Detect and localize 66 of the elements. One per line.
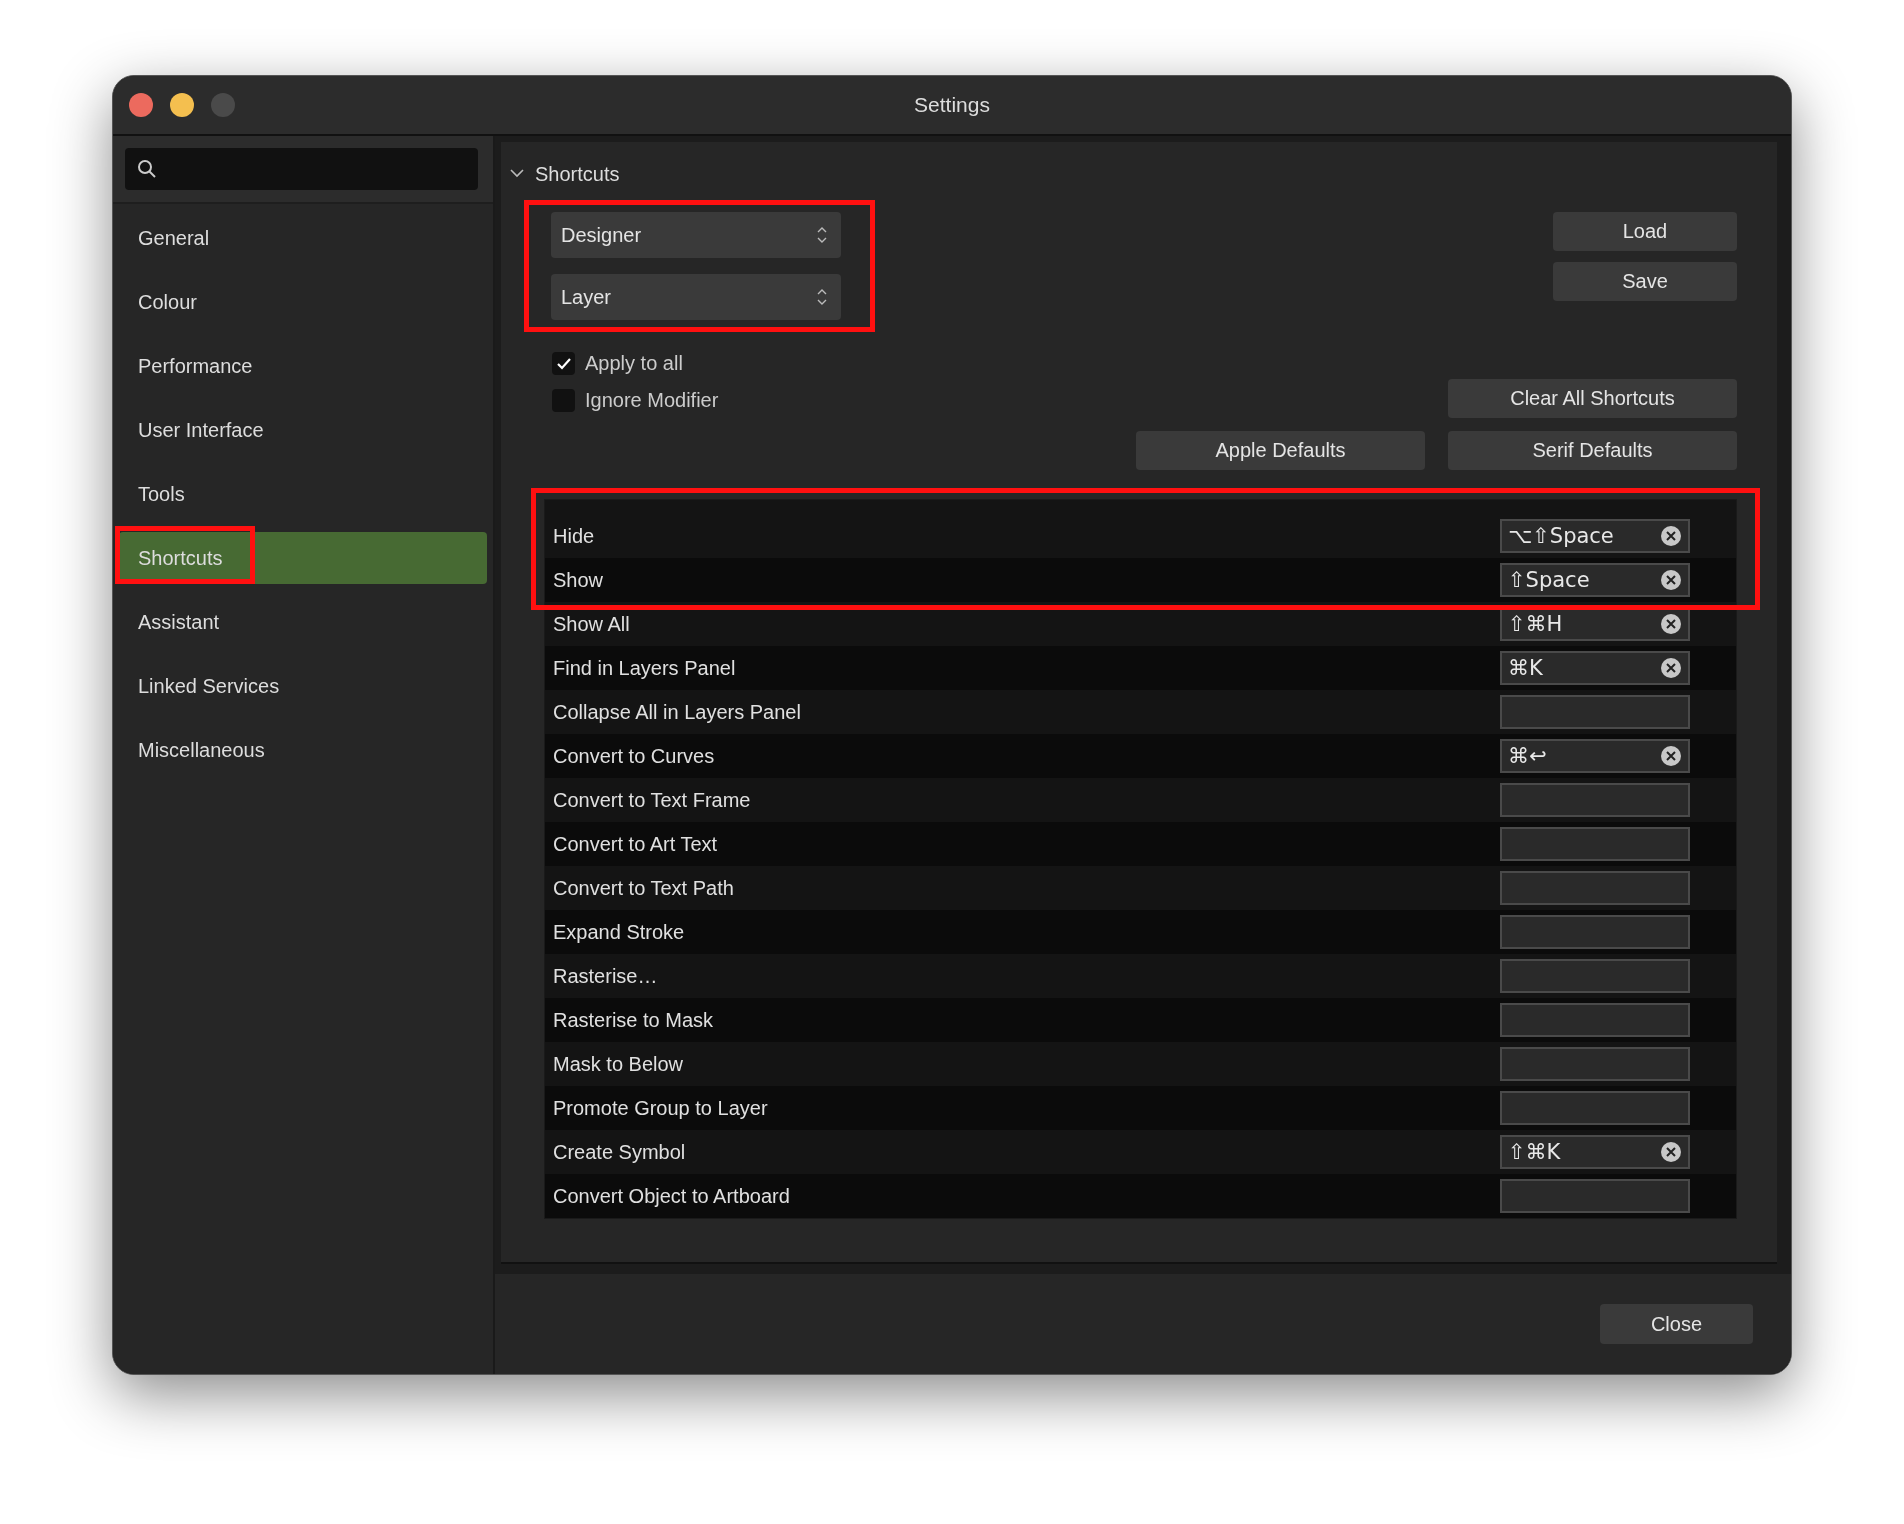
shortcut-name: Create Symbol	[553, 1140, 687, 1164]
window-title: Settings	[914, 93, 990, 116]
shortcut-name: Collapse All in Layers Panel	[553, 700, 802, 724]
shortcut-name: Show All	[553, 612, 631, 636]
shortcut-name: Hide	[553, 524, 596, 548]
shortcut-name: Find in Layers Panel	[553, 656, 737, 680]
shortcut-name: Promote Group to Layer	[553, 1096, 769, 1120]
sidebar-item[interactable]: User Interface	[119, 404, 487, 456]
stepper-icon	[815, 225, 829, 245]
file-button[interactable]: Load	[1553, 212, 1737, 251]
stepper-icon	[815, 287, 829, 307]
zoom-window-button[interactable]	[211, 93, 235, 117]
file-button[interactable]: Save	[1553, 262, 1737, 301]
shortcut-field[interactable]: ⌘K	[1500, 651, 1690, 685]
shortcut-name: Rasterise to Mask	[553, 1008, 715, 1032]
sidebar-item[interactable]: Tools	[119, 468, 487, 520]
shortcut-field[interactable]	[1500, 827, 1690, 861]
shortcut-name: Mask to Below	[553, 1052, 685, 1076]
checkbox[interactable]	[552, 352, 575, 375]
shortcut-name: Convert to Text Path	[553, 876, 735, 900]
shortcut-field[interactable]	[1500, 695, 1690, 729]
section-title: Shortcuts	[535, 162, 620, 186]
shortcut-field[interactable]	[1500, 783, 1690, 817]
sidebar-item[interactable]: Shortcuts	[119, 532, 487, 584]
sidebar-item[interactable]: General	[119, 212, 487, 264]
shortcut-field[interactable]: ⌘↩	[1500, 739, 1690, 773]
defaults-button[interactable]: Apple Defaults	[1136, 431, 1425, 470]
shortcut-name: Expand Stroke	[553, 920, 686, 944]
shortcut-name: Rasterise…	[553, 964, 659, 988]
shortcut-field[interactable]	[1500, 915, 1690, 949]
shortcut-field[interactable]	[1500, 1003, 1690, 1037]
sidebar-item[interactable]: Miscellaneous	[119, 724, 487, 776]
shortcut-field[interactable]: ⇧⌘K	[1500, 1135, 1690, 1169]
checkbox-label: Apply to all	[585, 352, 683, 375]
shortcut-field[interactable]	[1500, 1047, 1690, 1081]
shortcut-field[interactable]	[1500, 871, 1690, 905]
shortcut-field[interactable]	[1500, 959, 1690, 993]
clear-icon[interactable]	[1660, 569, 1682, 591]
shortcut-field[interactable]: ⇧Space	[1500, 563, 1690, 597]
shortcut-name: Convert Object to Artboard	[553, 1184, 791, 1208]
dropdown[interactable]: Designer	[551, 212, 841, 258]
shortcut-field[interactable]	[1500, 1091, 1690, 1125]
sidebar-item[interactable]: Colour	[119, 276, 487, 328]
shortcut-name: Convert to Art Text	[553, 832, 719, 856]
sidebar-item[interactable]: Linked Services	[119, 660, 487, 712]
shortcut-field[interactable]	[1500, 1179, 1690, 1213]
clear-icon[interactable]	[1660, 525, 1682, 547]
dropdown[interactable]: Layer	[551, 274, 841, 320]
shortcut-name: Convert to Text Frame	[553, 788, 752, 812]
close-button[interactable]: Close	[1600, 1304, 1753, 1344]
search-field[interactable]	[125, 148, 478, 190]
checkbox-label: Ignore Modifier	[585, 389, 719, 412]
minimize-window-button[interactable]	[170, 93, 194, 117]
shortcut-name: Show	[553, 568, 605, 592]
clear-icon[interactable]	[1660, 613, 1682, 635]
defaults-button[interactable]: Serif Defaults	[1448, 431, 1737, 470]
clear-icon[interactable]	[1660, 1141, 1682, 1163]
clear-icon[interactable]	[1660, 745, 1682, 767]
sidebar-item[interactable]: Assistant	[119, 596, 487, 648]
search-icon	[137, 159, 157, 179]
close-window-button[interactable]	[129, 93, 153, 117]
shortcut-name: Convert to Curves	[553, 744, 716, 768]
shortcut-field[interactable]: ⌥⇧Space	[1500, 519, 1690, 553]
clear-icon[interactable]	[1660, 657, 1682, 679]
clear-all-shortcuts-button[interactable]: Clear All Shortcuts	[1448, 379, 1737, 418]
sidebar-item[interactable]: Performance	[119, 340, 487, 392]
